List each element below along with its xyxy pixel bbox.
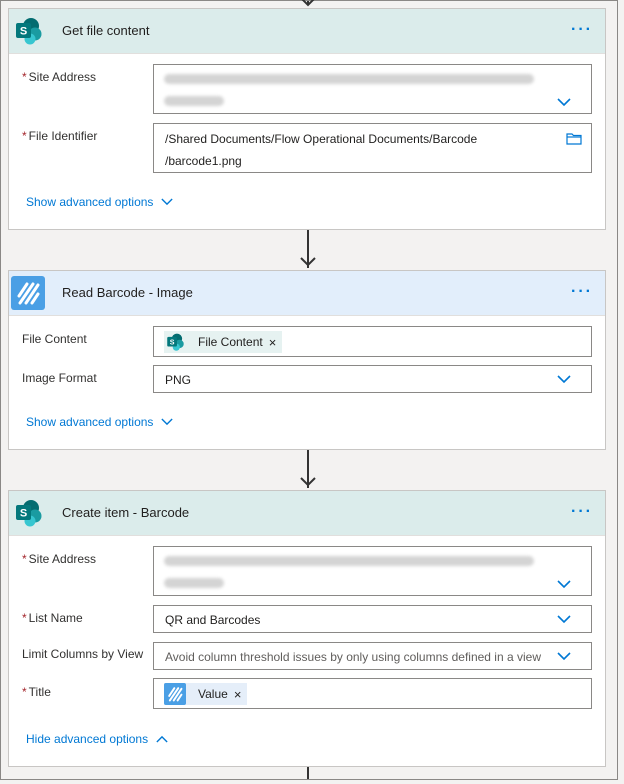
file-identifier-line2: /barcode1.png — [165, 154, 242, 168]
file-identifier-input[interactable]: /Shared Documents/Flow Operational Docum… — [153, 123, 592, 173]
blurred-site-address — [164, 578, 224, 588]
file-content-input[interactable]: File Content × — [153, 326, 592, 357]
site-address-label: * Site Address — [22, 552, 97, 566]
show-advanced-options-link[interactable]: Show advanced options — [26, 195, 174, 209]
chevron-down-icon[interactable] — [557, 615, 571, 624]
file-content-label: File Content — [22, 332, 87, 346]
chevron-down-icon[interactable] — [557, 375, 571, 384]
list-name-value: QR and Barcodes — [165, 613, 261, 627]
remove-token-icon[interactable]: × — [234, 687, 242, 702]
title-label: * Title — [22, 685, 51, 699]
read-barcode-icon — [164, 683, 186, 705]
chevron-down-icon — [161, 418, 174, 426]
connector-bottom — [307, 767, 309, 779]
limit-columns-placeholder: Avoid column threshold issues by only us… — [165, 650, 541, 664]
blurred-site-address — [164, 96, 224, 106]
more-options-icon[interactable]: ··· — [571, 22, 593, 38]
card-header[interactable]: Read Barcode - Image ··· — [9, 271, 605, 316]
arrow-down-icon — [300, 257, 316, 267]
limit-columns-dropdown[interactable]: Avoid column threshold issues by only us… — [153, 642, 592, 670]
card-title: Create item - Barcode — [62, 505, 190, 520]
site-address-input[interactable] — [153, 546, 592, 596]
sharepoint-icon — [164, 331, 186, 353]
chevron-down-icon[interactable] — [557, 580, 571, 589]
chevron-up-icon — [156, 735, 168, 743]
show-advanced-options-link[interactable]: Show advanced options — [26, 415, 174, 429]
chevron-down-icon[interactable] — [557, 652, 571, 661]
hide-advanced-options-link[interactable]: Hide advanced options — [26, 732, 168, 746]
blurred-site-address — [164, 74, 534, 84]
value-token[interactable]: Value × — [164, 683, 248, 705]
site-address-input[interactable] — [153, 64, 592, 114]
card-get-file-content: Get file content ··· * Site Address * File… — [8, 8, 606, 230]
file-identifier-line1: /Shared Documents/Flow Operational Docum… — [165, 132, 478, 146]
card-title: Read Barcode - Image — [62, 285, 193, 300]
card-title: Get file content — [62, 23, 150, 38]
limit-columns-label: Limit Columns by View — [22, 647, 144, 661]
token-label: File Content — [198, 335, 263, 349]
flow-canvas: Get file content ··· * Site Address * File… — [0, 0, 618, 780]
card-header[interactable]: Get file content ··· — [9, 9, 605, 54]
folder-icon[interactable] — [566, 132, 582, 145]
blurred-site-address — [164, 556, 534, 566]
file-content-token[interactable]: File Content × — [164, 331, 283, 353]
read-barcode-icon — [11, 276, 45, 310]
remove-token-icon[interactable]: × — [269, 335, 277, 350]
sharepoint-icon — [11, 496, 45, 530]
sharepoint-icon — [11, 14, 45, 48]
chevron-down-icon[interactable] — [557, 98, 571, 107]
card-header[interactable]: Create item - Barcode ··· — [9, 491, 605, 536]
more-options-icon[interactable]: ··· — [571, 504, 593, 520]
list-name-label: * List Name — [22, 611, 83, 625]
chevron-down-icon — [161, 198, 174, 206]
card-read-barcode: Read Barcode - Image ··· File Content Fi… — [8, 270, 606, 450]
list-name-dropdown[interactable]: QR and Barcodes — [153, 605, 592, 633]
title-input[interactable]: Value × — [153, 678, 592, 709]
image-format-dropdown[interactable]: PNG — [153, 365, 592, 393]
card-create-item: Create item - Barcode ··· * Site Address … — [8, 490, 606, 767]
file-identifier-label: * File Identifier — [22, 129, 98, 143]
image-format-label: Image Format — [22, 371, 97, 385]
more-options-icon[interactable]: ··· — [571, 284, 593, 300]
site-address-label: * Site Address — [22, 70, 97, 84]
arrow-down-icon — [300, 477, 316, 487]
image-format-value: PNG — [165, 373, 192, 387]
token-label: Value — [198, 687, 228, 701]
